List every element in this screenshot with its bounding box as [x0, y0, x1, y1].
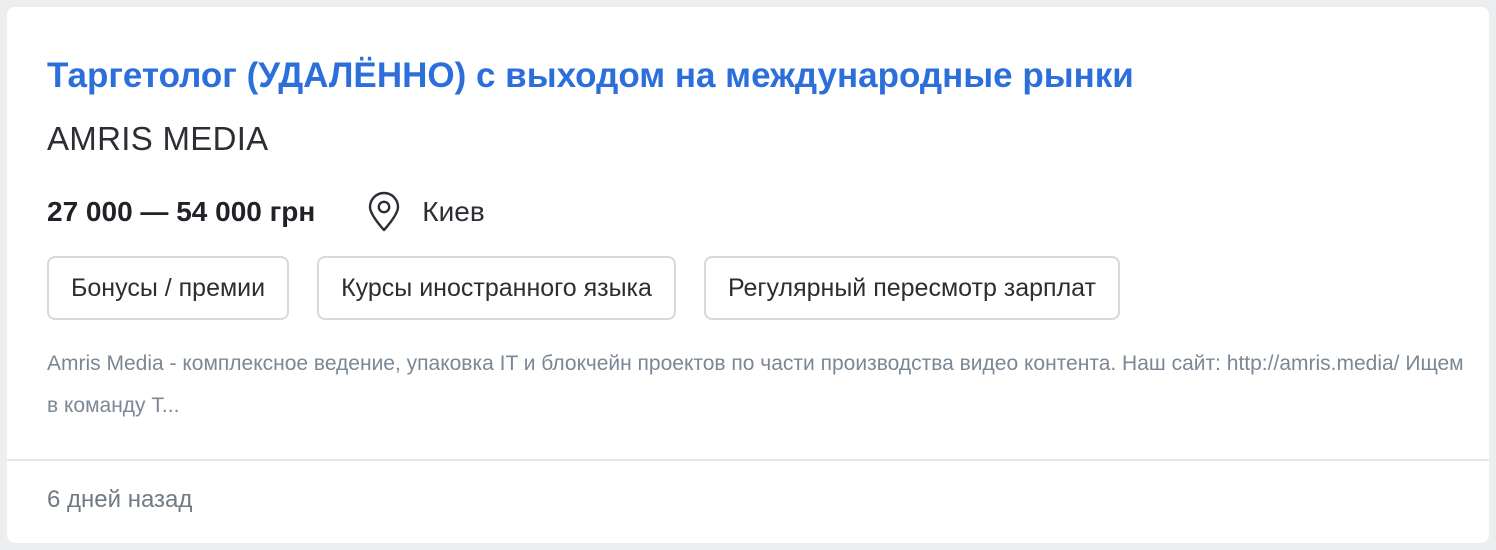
- vacancy-description: Amris Media - комплексное ведение, упако…: [47, 352, 1464, 417]
- vacancy-title-link[interactable]: Таргетолог (УДАЛЁННО) с выходом на между…: [47, 56, 1134, 96]
- tag-bonuses: Бонусы / премии: [47, 256, 290, 320]
- map-pin-icon: [365, 191, 403, 233]
- salary-range: 27 000 — 54 000 грн: [47, 196, 316, 227]
- tag-language-courses: Курсы иностранного языка: [317, 256, 676, 320]
- vacancy-card[interactable]: Таргетолог (УДАЛЁННО) с выходом на между…: [7, 7, 1489, 543]
- location: Киев: [365, 191, 485, 233]
- tag-salary-review: Регулярный пересмотр зарплат: [703, 256, 1120, 320]
- posted-date: 6 дней назад: [47, 486, 193, 513]
- card-divider: [7, 459, 1489, 461]
- vacancy-meta-row: 27 000 — 54 000 грн Киев: [47, 187, 485, 237]
- company-name: AMRIS MEDIA: [47, 120, 269, 157]
- location-city: Киев: [422, 196, 485, 227]
- benefit-tags: Бонусы / премии Курсы иностранного языка…: [47, 256, 1148, 320]
